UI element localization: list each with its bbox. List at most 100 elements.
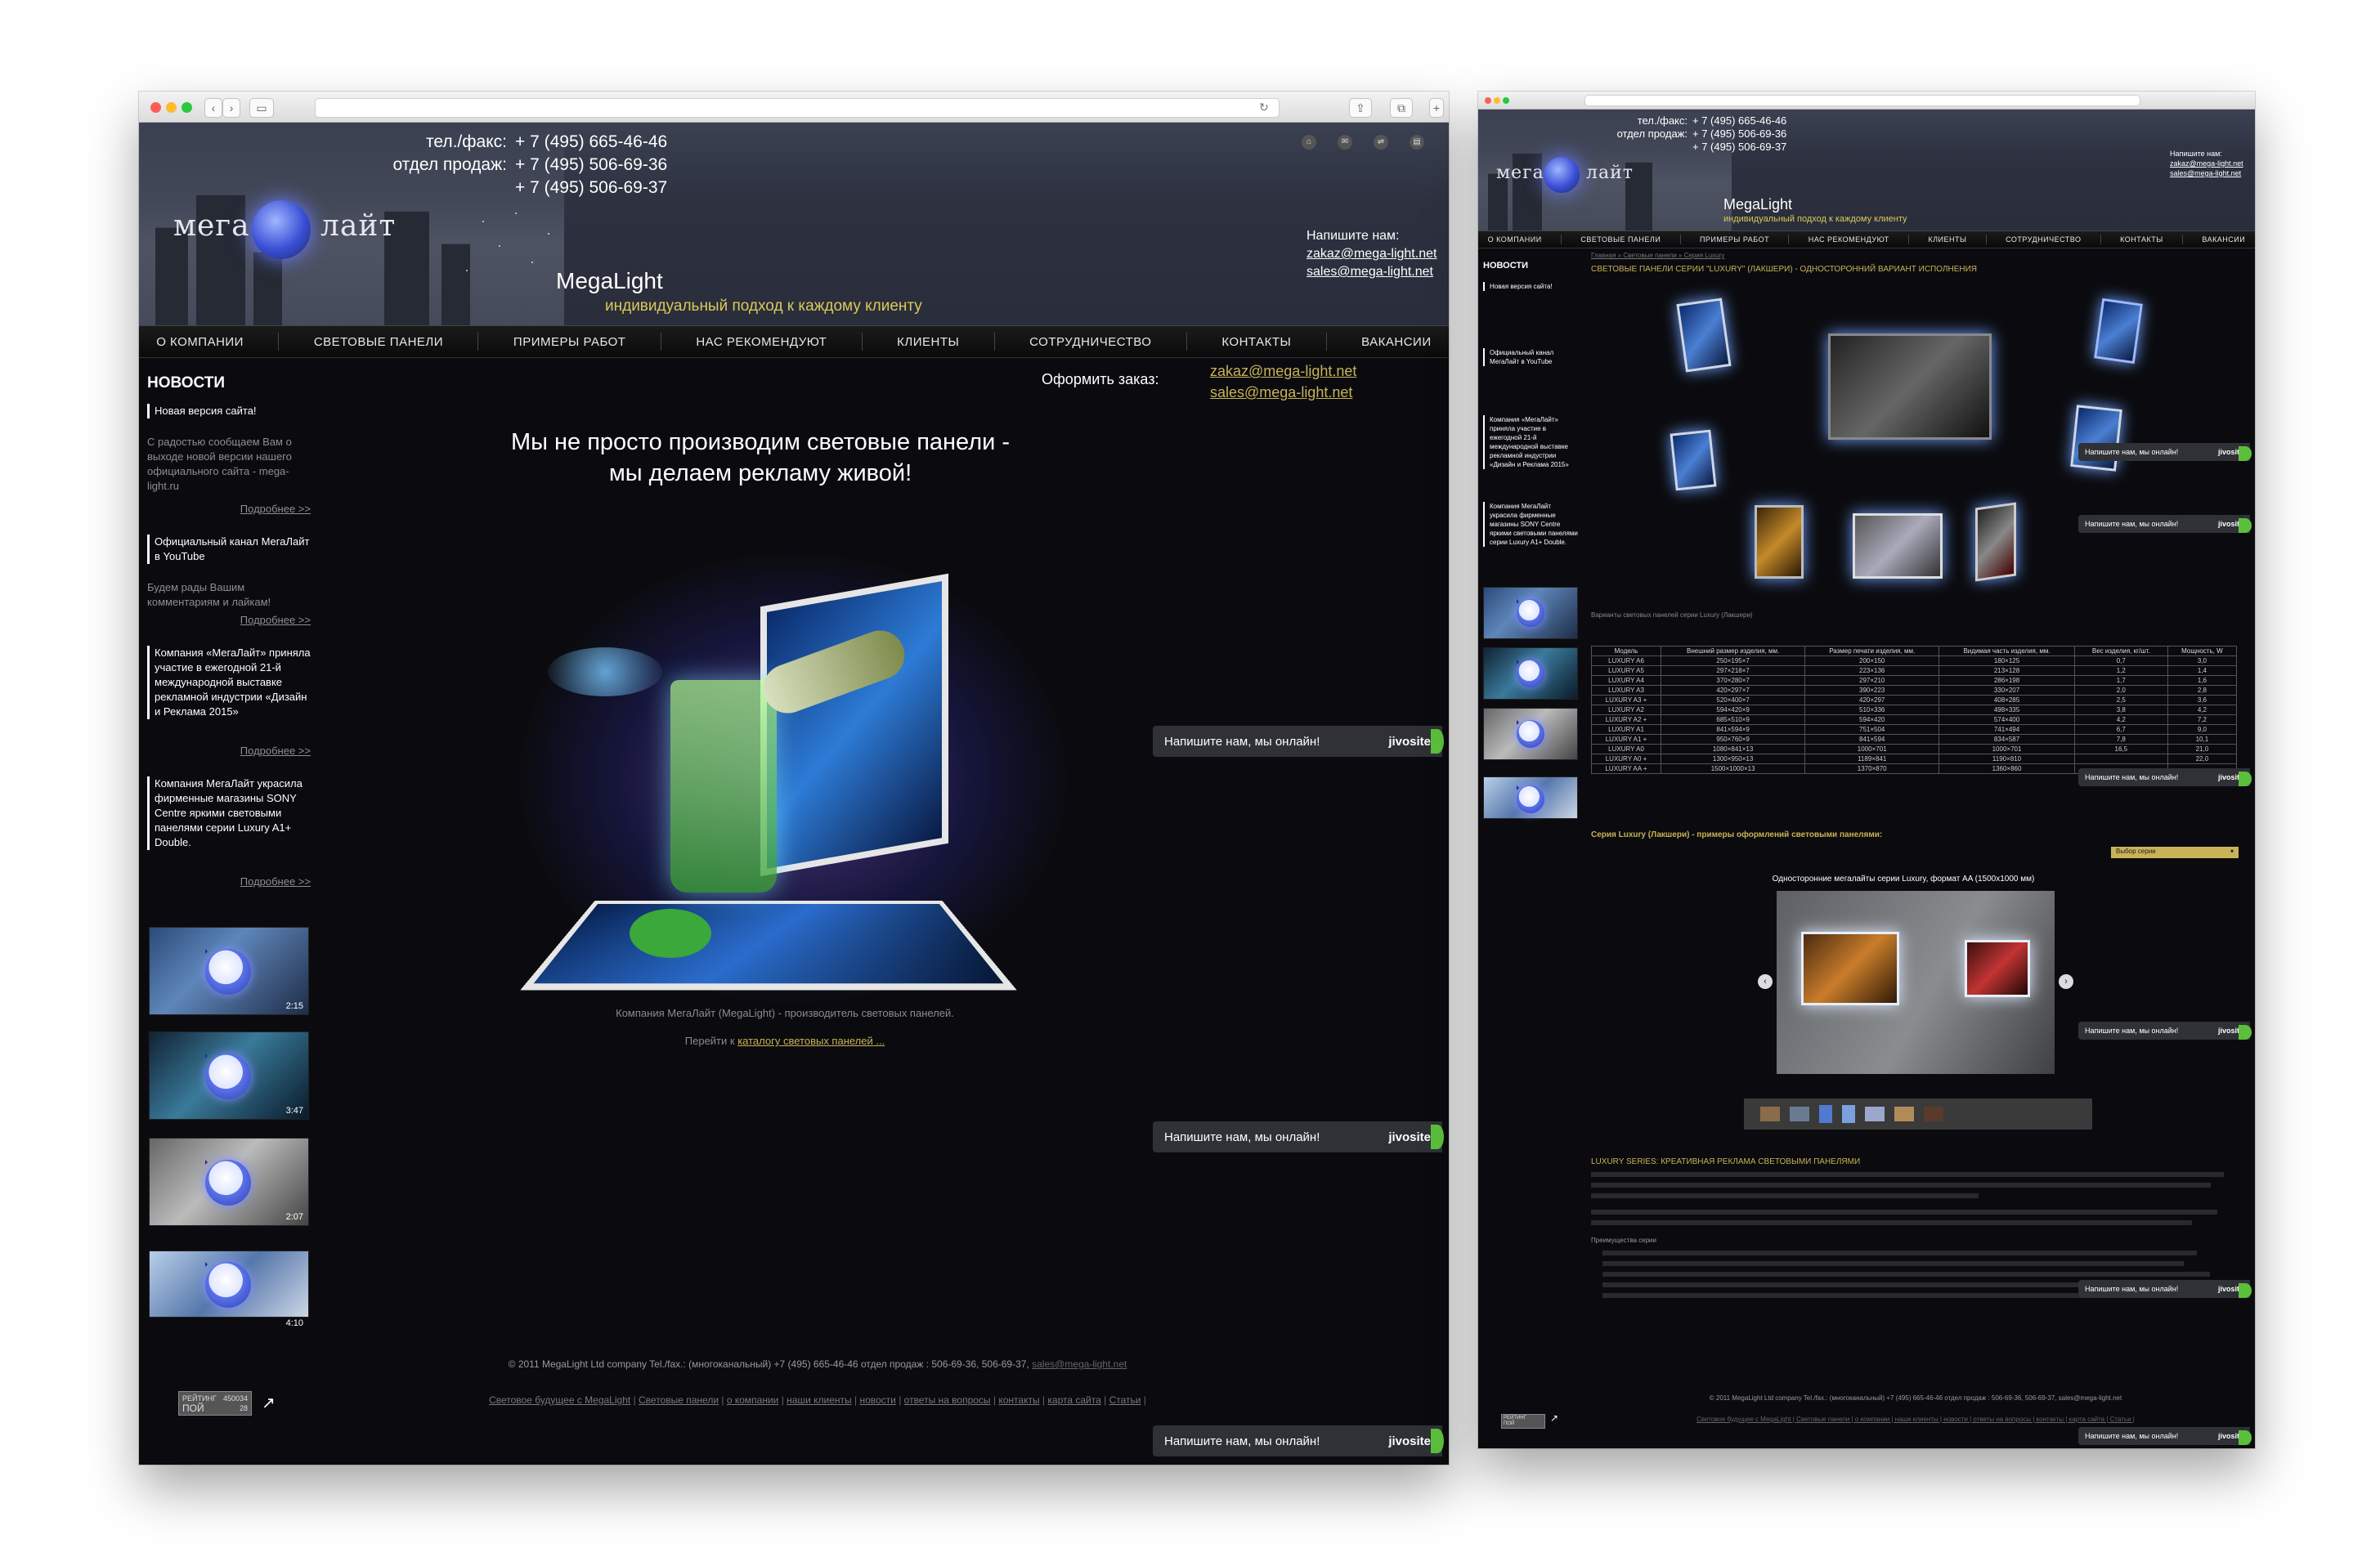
play-icon[interactable] (205, 1262, 251, 1308)
tabs-icon[interactable]: ⧉ (1390, 98, 1413, 118)
play-icon[interactable] (1517, 720, 1544, 748)
news-item-3-title[interactable]: Компания «МегаЛайт» приняла участие в еж… (1483, 415, 1578, 469)
mail-icon[interactable]: ✉ (1338, 135, 1352, 150)
jivosite-widget[interactable]: Напишите нам, мы онлайн! jivosite (1153, 1425, 1444, 1456)
series-select[interactable]: Выбор серии ▾ (2111, 847, 2239, 858)
footer-link-sitemap[interactable]: карта сайта (1047, 1394, 1100, 1406)
video-thumbnail-4[interactable] (1483, 776, 1578, 819)
play-icon[interactable] (1517, 599, 1544, 627)
footer-link-panels[interactable]: Световые панели (639, 1394, 719, 1406)
footer-link-articles[interactable]: Статьи (1109, 1394, 1141, 1406)
jivosite-widget[interactable]: Напишите нам, мы онлайн! jivosite (2078, 515, 2252, 533)
news-item-1-title[interactable]: Новая версия сайта! (147, 404, 311, 418)
nav-cooperation[interactable]: СОТРУДНИЧЕСТВО (1029, 335, 1151, 349)
nav-contacts[interactable]: КОНТАКТЫ (2120, 235, 2163, 244)
nav-contacts[interactable]: КОНТАКТЫ (1221, 335, 1291, 349)
news-item-4-more-link[interactable]: Подробнее >> (147, 875, 311, 889)
news-item-2-more-link[interactable]: Подробнее >> (147, 613, 311, 628)
nav-panels[interactable]: СВЕТОВЫЕ ПАНЕЛИ (1580, 235, 1661, 244)
nav-recommend[interactable]: НАС РЕКОМЕНДУЮТ (696, 335, 827, 349)
back-button[interactable]: ‹ (204, 98, 222, 118)
play-icon[interactable] (205, 1160, 251, 1206)
share-icon[interactable]: ⇪ (1349, 98, 1372, 118)
news-item-4-title[interactable]: Компания МегаЛайт украсила фирменные маг… (147, 776, 311, 850)
close-window-button[interactable] (1485, 97, 1491, 104)
jivosite-widget[interactable]: Напишите нам, мы онлайн! jivosite (1153, 726, 1444, 757)
video-thumbnail-1[interactable] (1483, 587, 1578, 639)
close-window-button[interactable] (150, 102, 161, 113)
footer-link-future[interactable]: Световое будущее с MegaLight (489, 1394, 630, 1406)
news-item-1-title[interactable]: Новая версия сайта! (1483, 282, 1578, 291)
sitemap-icon[interactable]: ⇌ (1374, 135, 1388, 150)
nav-works[interactable]: ПРИМЕРЫ РАБОТ (1700, 235, 1769, 244)
email-sales-link[interactable]: sales@mega-light.net (1307, 263, 1437, 281)
forward-button[interactable]: › (222, 98, 240, 118)
footer-link-faq[interactable]: ответы на вопросы (904, 1394, 991, 1406)
jivosite-widget[interactable]: Напишите нам, мы онлайн! jivosite (2078, 1427, 2252, 1445)
news-item-2-title[interactable]: Официальный канал МегаЛайт в YouTube (147, 535, 311, 564)
logo-icon[interactable] (1544, 157, 1580, 193)
video-thumbnail-3[interactable] (1483, 708, 1578, 760)
address-bar[interactable] (1584, 95, 2140, 106)
video-thumbnail-3[interactable]: 2:07 (149, 1138, 309, 1226)
jivosite-widget[interactable]: Напишите нам, мы онлайн! jivosite (1153, 1121, 1444, 1152)
email-zakaz-link[interactable]: zakaz@mega-light.net (1307, 245, 1437, 263)
external-link-icon[interactable]: ↗ (262, 1393, 276, 1413)
nav-vacancies[interactable]: ВАКАНСИИ (1361, 335, 1431, 349)
breadcrumb[interactable]: Главная » Световые панели » Серия Luxury (1591, 252, 1724, 259)
catalog-link[interactable]: каталогу световых панелей ... (737, 1035, 885, 1047)
order-email-sales-link[interactable]: sales@mega-light.net (1210, 384, 1352, 401)
play-icon[interactable] (205, 1054, 251, 1099)
video-thumbnail-2[interactable] (1483, 647, 1578, 700)
home-icon[interactable]: ⌂ (1302, 135, 1316, 150)
reload-icon[interactable]: ↻ (1259, 101, 1269, 114)
nav-clients[interactable]: КЛИЕНТЫ (1928, 235, 1966, 244)
footer-link-clients[interactable]: наши клиенты (787, 1394, 851, 1406)
footer-links[interactable]: Световое будущее с MegaLight | Световые … (1601, 1416, 2230, 1423)
email-sales-link[interactable]: sales@mega-light.net (2170, 168, 2243, 178)
play-icon[interactable] (1517, 785, 1544, 813)
nav-about[interactable]: О КОМПАНИИ (1488, 235, 1542, 244)
maximize-window-button[interactable] (182, 102, 192, 113)
nav-recommend[interactable]: НАС РЕКОМЕНДУЮТ (1809, 235, 1889, 244)
jivosite-widget[interactable]: Напишите нам, мы онлайн! jivosite (2078, 768, 2252, 786)
jivosite-widget[interactable]: Напишите нам, мы онлайн! jivosite (2078, 1022, 2252, 1040)
footer-link-about[interactable]: о компании (727, 1394, 779, 1406)
maximize-window-button[interactable] (1503, 97, 1509, 104)
jivosite-widget[interactable]: Напишите нам, мы онлайн! jivosite (2078, 1280, 2252, 1298)
nav-clients[interactable]: КЛИЕНТЫ (897, 335, 959, 349)
nav-cooperation[interactable]: СОТРУДНИЧЕСТВО (2006, 235, 2081, 244)
minimize-window-button[interactable] (166, 102, 177, 113)
external-link-icon[interactable]: ↗ (1550, 1412, 1558, 1424)
rating-counter[interactable]: РЕЙТИНГ 450034 ПОЙ 28 (178, 1391, 252, 1416)
minimize-window-button[interactable] (1494, 97, 1500, 104)
video-thumbnail-4[interactable]: 4:10 (149, 1251, 309, 1328)
play-icon[interactable] (205, 949, 251, 995)
nav-works[interactable]: ПРИМЕРЫ РАБОТ (513, 335, 626, 349)
copyright-email-link[interactable]: sales@mega-light.net (1032, 1358, 1127, 1370)
nav-vacancies[interactable]: ВАКАНСИИ (2202, 235, 2245, 244)
jivosite-widget[interactable]: Напишите нам, мы онлайн! jivosite (2078, 443, 2252, 461)
footer-link-news[interactable]: новости (859, 1394, 895, 1406)
new-tab-button[interactable]: + (1429, 98, 1444, 118)
email-zakaz-link[interactable]: zakaz@mega-light.net (2170, 159, 2243, 168)
play-icon[interactable] (1517, 660, 1544, 687)
video-thumbnail-2[interactable]: 3:47 (149, 1031, 309, 1120)
slider-prev-button[interactable]: ‹ (1758, 974, 1773, 989)
slider-thumbstrip[interactable] (1744, 1098, 2092, 1130)
print-icon[interactable]: ▤ (1410, 135, 1424, 150)
news-item-3-title[interactable]: Компания «МегаЛайт» приняла участие в еж… (147, 646, 311, 719)
address-bar[interactable] (315, 98, 1280, 118)
sidebar-toggle-icon[interactable]: ▭ (249, 98, 274, 118)
logo-icon[interactable] (252, 200, 311, 259)
nav-panels[interactable]: СВЕТОВЫЕ ПАНЕЛИ (314, 335, 443, 349)
video-thumbnail-1[interactable]: 2:15 (149, 927, 309, 1015)
order-email-zakaz-link[interactable]: zakaz@mega-light.net (1210, 363, 1356, 380)
news-item-4-title[interactable]: Компания МегаЛайт украсила фирменные маг… (1483, 502, 1578, 547)
news-item-1-more-link[interactable]: Подробнее >> (147, 502, 311, 517)
rating-counter[interactable]: РЕЙТИНГ ПОЙ (1501, 1414, 1545, 1429)
nav-about[interactable]: О КОМПАНИИ (156, 335, 244, 349)
news-item-3-more-link[interactable]: Подробнее >> (147, 744, 311, 758)
slider-next-button[interactable]: › (2059, 974, 2073, 989)
footer-link-contacts[interactable]: контакты (998, 1394, 1039, 1406)
